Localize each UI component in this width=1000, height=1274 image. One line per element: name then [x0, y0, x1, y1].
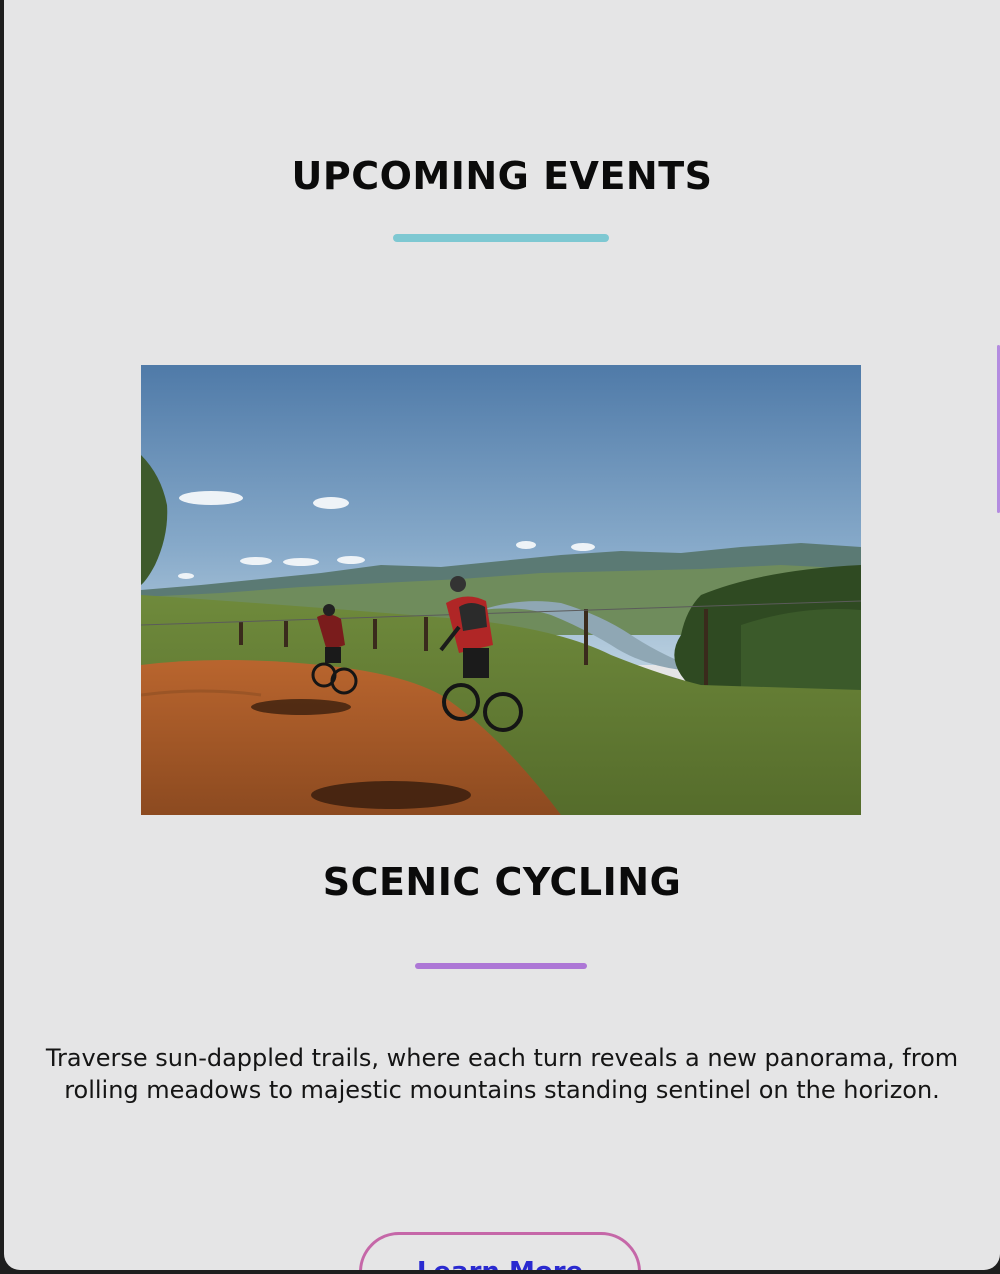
section-title-underline: [393, 234, 609, 242]
section-title: UPCOMING EVENTS: [291, 154, 713, 198]
event-image: [141, 365, 861, 815]
event-title-underline: [415, 963, 587, 969]
event-title: SCENIC CYCLING: [322, 860, 682, 904]
page-frame: UPCOMING EVENTS SCENIC CYCLING Traverse …: [4, 0, 1000, 1270]
cycling-landscape-illustration: [141, 365, 861, 815]
learn-more-button[interactable]: Learn More: [359, 1232, 641, 1270]
event-description: Traverse sun-dappled trails, where each …: [45, 1044, 959, 1104]
